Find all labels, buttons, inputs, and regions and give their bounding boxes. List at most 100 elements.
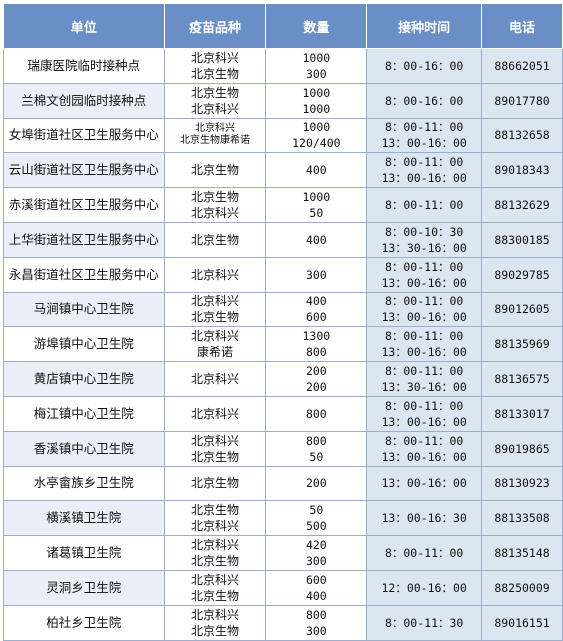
- unit-cell: 女埠街道社区卫生服务中心: [3, 117, 165, 154]
- phone-cell: 88662051: [481, 48, 563, 84]
- cell-line: 北京生物: [191, 163, 240, 178]
- time-cell: 8：00-11：00: [366, 187, 483, 223]
- vaccine-cell: 北京科兴 北京生物: [163, 291, 267, 328]
- quantity-cell: 1000 300: [265, 48, 368, 84]
- cell-line: 北京生物: [191, 554, 240, 569]
- cell-line: 8：00-16：00: [384, 93, 464, 108]
- cell-line: 北京科兴: [191, 607, 240, 622]
- phone-cell: 88132658: [481, 117, 563, 154]
- time-cell: 8：00-16：00: [366, 48, 483, 84]
- time-cell: 8：00-11：00 13：00-16：00: [366, 430, 483, 467]
- cell-line: 1000: [302, 85, 331, 100]
- time-cell: 8：00-11：00 13：00-16：00: [366, 291, 483, 328]
- vaccine-cell: 北京科兴: [163, 395, 267, 432]
- table-row: 瑞康医院临时接种点 北京科兴 北京生物 1000 300 8：00-16：00 886620…: [3, 48, 563, 84]
- cell-line: 13：00-16：00: [381, 476, 467, 491]
- table-row: 梅江镇中心卫生院 北京科兴 800 8：00-11：00 13：00-16：00 8813…: [3, 395, 563, 432]
- table-row: 柏社乡卫生院 北京科兴 北京生物 800 300 8：00-11：30 89016151: [3, 604, 563, 641]
- vaccine-cell: 北京科兴 北京生物: [163, 535, 267, 571]
- vaccine-cell: 北京科兴: [163, 361, 267, 397]
- cell-line: 8：00-11：00: [384, 364, 464, 379]
- phone-cell: 88135148: [481, 535, 563, 571]
- quantity-cell: 400: [265, 152, 368, 189]
- vaccine-cell: 北京科兴 北京生物: [163, 48, 267, 84]
- phone-cell: 88132629: [481, 187, 563, 223]
- phone-cell: 89029785: [481, 256, 563, 293]
- cell-line: 8：00-11：00: [384, 294, 464, 309]
- cell-line: 北京生物: [191, 503, 240, 518]
- cell-line: 13：00-16：00: [381, 171, 467, 186]
- cell-line: 12：00-16：00: [381, 580, 467, 595]
- header-phone: 电话: [481, 3, 563, 49]
- cell-line: 120/400: [292, 136, 341, 151]
- quantity-cell: 400 600: [265, 291, 368, 328]
- cell-line: 北京科兴: [195, 123, 236, 135]
- cell-line: 8：00-16：00: [384, 58, 464, 73]
- phone-cell: 88300185: [481, 221, 563, 258]
- unit-cell: 马涧镇中心卫生院: [3, 291, 165, 328]
- cell-line: 50: [309, 206, 324, 221]
- cell-line: 800: [305, 607, 327, 622]
- cell-line: 北京科兴: [191, 206, 240, 221]
- header-time: 接种时间: [366, 3, 483, 49]
- cell-line: 420: [305, 538, 327, 553]
- vaccine-cell: 北京科兴 康希诺: [163, 326, 267, 363]
- time-cell: 8：00-11：00 13：30-16：00: [366, 361, 483, 397]
- cell-line: 北京生物: [191, 310, 240, 325]
- cell-line: 13：00-16：00: [381, 414, 467, 429]
- table-body: 瑞康医院临时接种点 北京科兴 北京生物 1000 300 8：00-16：00 886620…: [3, 48, 563, 641]
- cell-line: 1000: [302, 120, 331, 135]
- cell-line: 北京科兴: [191, 538, 240, 553]
- table-row: 兰棉文创园临时接种点 北京生物 北京科兴 1000 1000 8：00-16：00 8901…: [3, 82, 563, 119]
- vaccine-cell: 北京科兴 北京生物: [163, 430, 267, 467]
- time-cell: 8：00-11：00 13：00-16：00: [366, 117, 483, 154]
- cell-line: 8：00-11：00: [384, 155, 464, 170]
- time-cell: 8：00-11：00 13：00-16：00: [366, 326, 483, 363]
- cell-line: 300: [305, 623, 327, 638]
- unit-cell: 水亭畲族乡卫生院: [3, 465, 165, 502]
- unit-cell: 横溪镇卫生院: [3, 500, 165, 537]
- cell-line: 8：00-11：00: [384, 546, 464, 561]
- cell-line: 200: [305, 476, 327, 491]
- phone-cell: 88133508: [481, 500, 563, 537]
- vaccine-cell: 北京科兴 北京生物康希诺: [163, 117, 267, 154]
- cell-line: 北京生物: [191, 85, 240, 100]
- cell-line: 北京科兴: [191, 519, 240, 534]
- quantity-cell: 600 400: [265, 569, 368, 606]
- vaccine-cell: 北京生物: [163, 221, 267, 258]
- header-quantity: 数量: [265, 3, 368, 49]
- vaccine-cell: 北京生物 北京科兴: [163, 187, 267, 223]
- cell-line: 400: [305, 163, 327, 178]
- quantity-cell: 1000 50: [265, 187, 368, 223]
- time-cell: 12：00-16：00: [366, 569, 483, 606]
- cell-line: 北京生物康希诺: [180, 135, 251, 147]
- quantity-cell: 420 300: [265, 535, 368, 571]
- cell-line: 北京生物: [191, 476, 240, 491]
- header-vaccine: 疫苗品种: [163, 3, 267, 49]
- phone-cell: 89012605: [481, 291, 563, 328]
- cell-line: 北京科兴: [191, 406, 240, 421]
- phone-cell: 88250009: [481, 569, 563, 606]
- cell-line: 8：00-11：00: [384, 198, 464, 213]
- cell-line: 13：00-16：00: [381, 136, 467, 151]
- cell-line: 北京科兴: [191, 50, 240, 65]
- table-row: 女埠街道社区卫生服务中心 北京科兴 北京生物康希诺 1000 120/400 8：00-1…: [3, 117, 563, 154]
- table-header-row: 单位 疫苗品种 数量 接种时间 电话: [3, 3, 563, 49]
- unit-cell: 柏社乡卫生院: [3, 604, 165, 641]
- cell-line: 13：00-16：00: [381, 310, 467, 325]
- phone-cell: 89016151: [481, 604, 563, 641]
- quantity-cell: 200 200: [265, 361, 368, 397]
- cell-line: 1000: [302, 50, 331, 65]
- time-cell: 13：00-16：30: [366, 500, 483, 537]
- cell-line: 400: [305, 294, 327, 309]
- cell-line: 13：00-16：00: [381, 345, 467, 360]
- cell-line: 北京科兴: [191, 433, 240, 448]
- vaccine-cell: 北京生物: [163, 465, 267, 502]
- cell-line: 北京生物: [191, 66, 240, 81]
- cell-line: 300: [305, 267, 327, 282]
- vaccine-cell: 北京生物: [163, 152, 267, 189]
- quantity-cell: 800 300: [265, 604, 368, 641]
- quantity-cell: 300: [265, 256, 368, 293]
- header-unit: 单位: [3, 3, 165, 49]
- vaccine-cell: 北京科兴: [163, 256, 267, 293]
